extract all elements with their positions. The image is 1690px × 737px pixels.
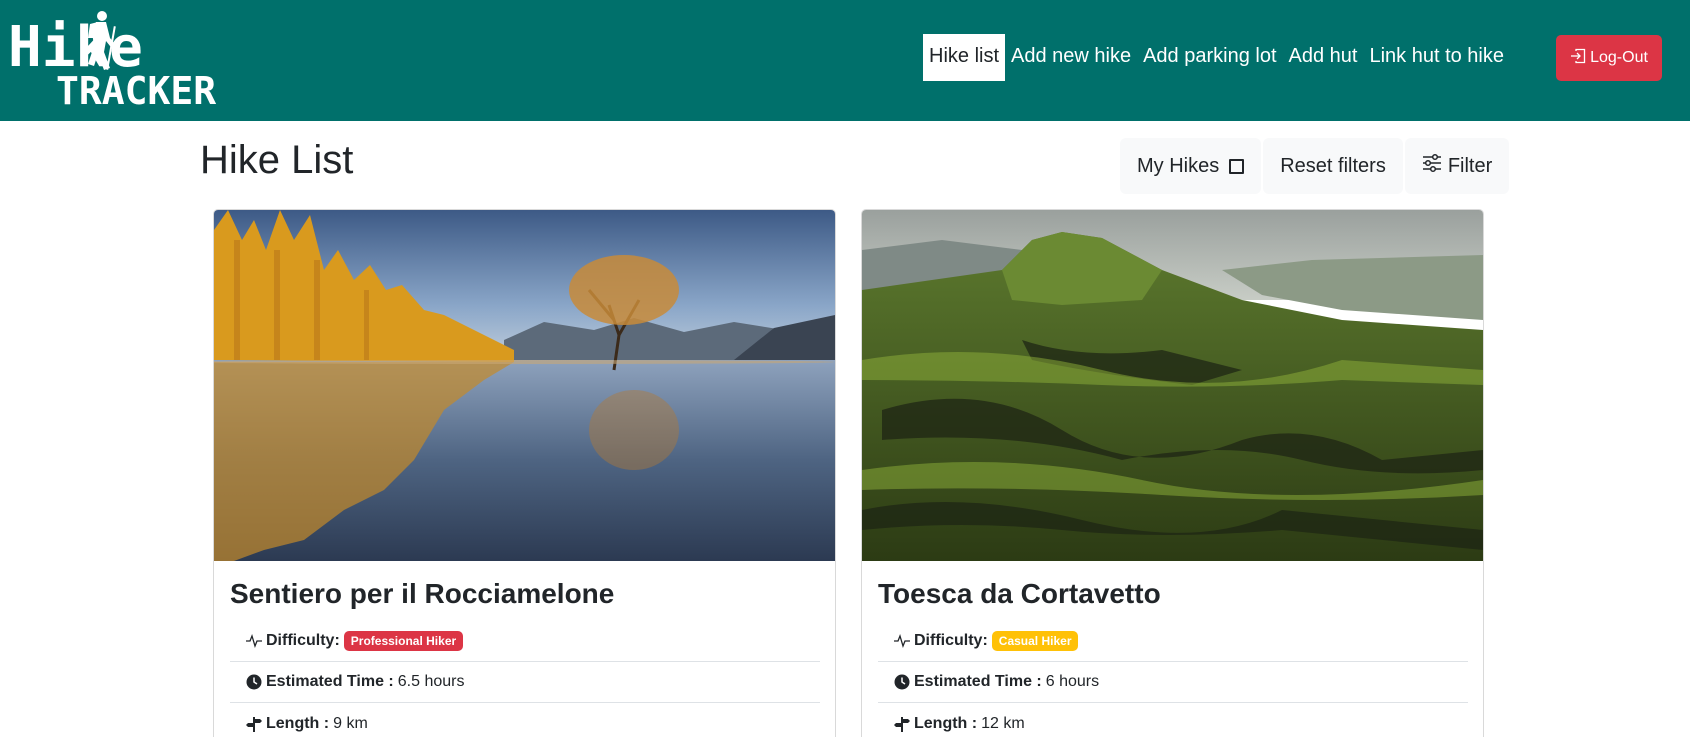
page-title: Hike List: [200, 138, 354, 182]
clock-icon: [246, 674, 262, 690]
signpost-icon: [246, 716, 262, 732]
length-value: 12 km: [981, 714, 1025, 732]
filter-button[interactable]: Filter: [1404, 138, 1510, 194]
my-hikes-checkbox[interactable]: [1229, 158, 1245, 174]
difficulty-row: Difficulty: Casual Hiker: [878, 621, 1468, 662]
nav-link-hut-to-hike[interactable]: Link hut to hike: [1363, 34, 1510, 81]
estimated-time-value: 6.5 hours: [397, 673, 465, 690]
hike-image-volcano: [862, 210, 1483, 561]
estimated-time-label: Estimated Time :: [914, 673, 1042, 690]
main-nav: Hike list Add new hike Add parking lot A…: [923, 34, 1510, 81]
hike-title[interactable]: Sentiero per il Rocciamelone: [230, 578, 614, 610]
length-row: Length : 9 km: [230, 703, 820, 737]
box-arrow-in-right-icon: [1570, 48, 1586, 69]
clock-icon: [894, 674, 910, 690]
my-hikes-toggle[interactable]: My Hikes: [1120, 138, 1262, 194]
difficulty-badge: Professional Hiker: [343, 631, 464, 651]
reset-filters-label: Reset filters: [1280, 154, 1386, 177]
estimated-time-label: Estimated Time :: [266, 673, 394, 690]
estimated-time-row: Estimated Time : 6 hours: [878, 662, 1468, 703]
logout-button[interactable]: Log-Out: [1556, 35, 1662, 81]
hike-details-list: Difficulty: Casual Hiker Estimated Time …: [878, 621, 1468, 737]
nav-add-parking-lot[interactable]: Add parking lot: [1137, 34, 1282, 81]
difficulty-label: Difficulty:: [914, 632, 988, 649]
difficulty-row: Difficulty: Professional Hiker: [230, 621, 820, 662]
reset-filters-button[interactable]: Reset filters: [1263, 138, 1403, 194]
hike-card[interactable]: Toesca da Cortavetto Difficulty: Casual …: [861, 209, 1484, 737]
activity-icon: [246, 633, 262, 649]
hike-title[interactable]: Toesca da Cortavetto: [878, 578, 1161, 610]
hike-details-list: Difficulty: Professional Hiker Estimated…: [230, 621, 820, 737]
estimated-time-row: Estimated Time : 6.5 hours: [230, 662, 820, 703]
difficulty-label: Difficulty:: [266, 632, 340, 649]
length-label: Length :: [914, 714, 978, 732]
navbar: Hike TRACKER Hike list Add new hike Add …: [0, 0, 1690, 121]
hike-image-lake: [214, 210, 835, 561]
hike-tracker-logo[interactable]: Hike TRACKER: [8, 8, 238, 113]
my-hikes-label: My Hikes: [1137, 154, 1220, 177]
logout-label: Log-Out: [1590, 49, 1648, 66]
length-label: Length :: [266, 714, 330, 732]
length-value: 9 km: [333, 714, 368, 732]
activity-icon: [894, 633, 910, 649]
nav-add-new-hike[interactable]: Add new hike: [1005, 34, 1137, 81]
logo-line2: TRACKER: [56, 69, 216, 108]
estimated-time-value: 6 hours: [1045, 673, 1100, 690]
hike-card[interactable]: Sentiero per il Rocciamelone Difficulty:…: [213, 209, 836, 737]
filter-label: Filter: [1447, 154, 1493, 177]
nav-hike-list[interactable]: Hike list: [923, 34, 1006, 81]
length-row: Length : 12 km: [878, 703, 1468, 737]
nav-add-hut[interactable]: Add hut: [1283, 34, 1364, 81]
filter-toolbar: My Hikes Reset filters Filter: [1120, 138, 1510, 194]
difficulty-badge: Casual Hiker: [991, 631, 1079, 651]
sliders-icon: [1422, 153, 1442, 179]
signpost-icon: [894, 716, 910, 732]
